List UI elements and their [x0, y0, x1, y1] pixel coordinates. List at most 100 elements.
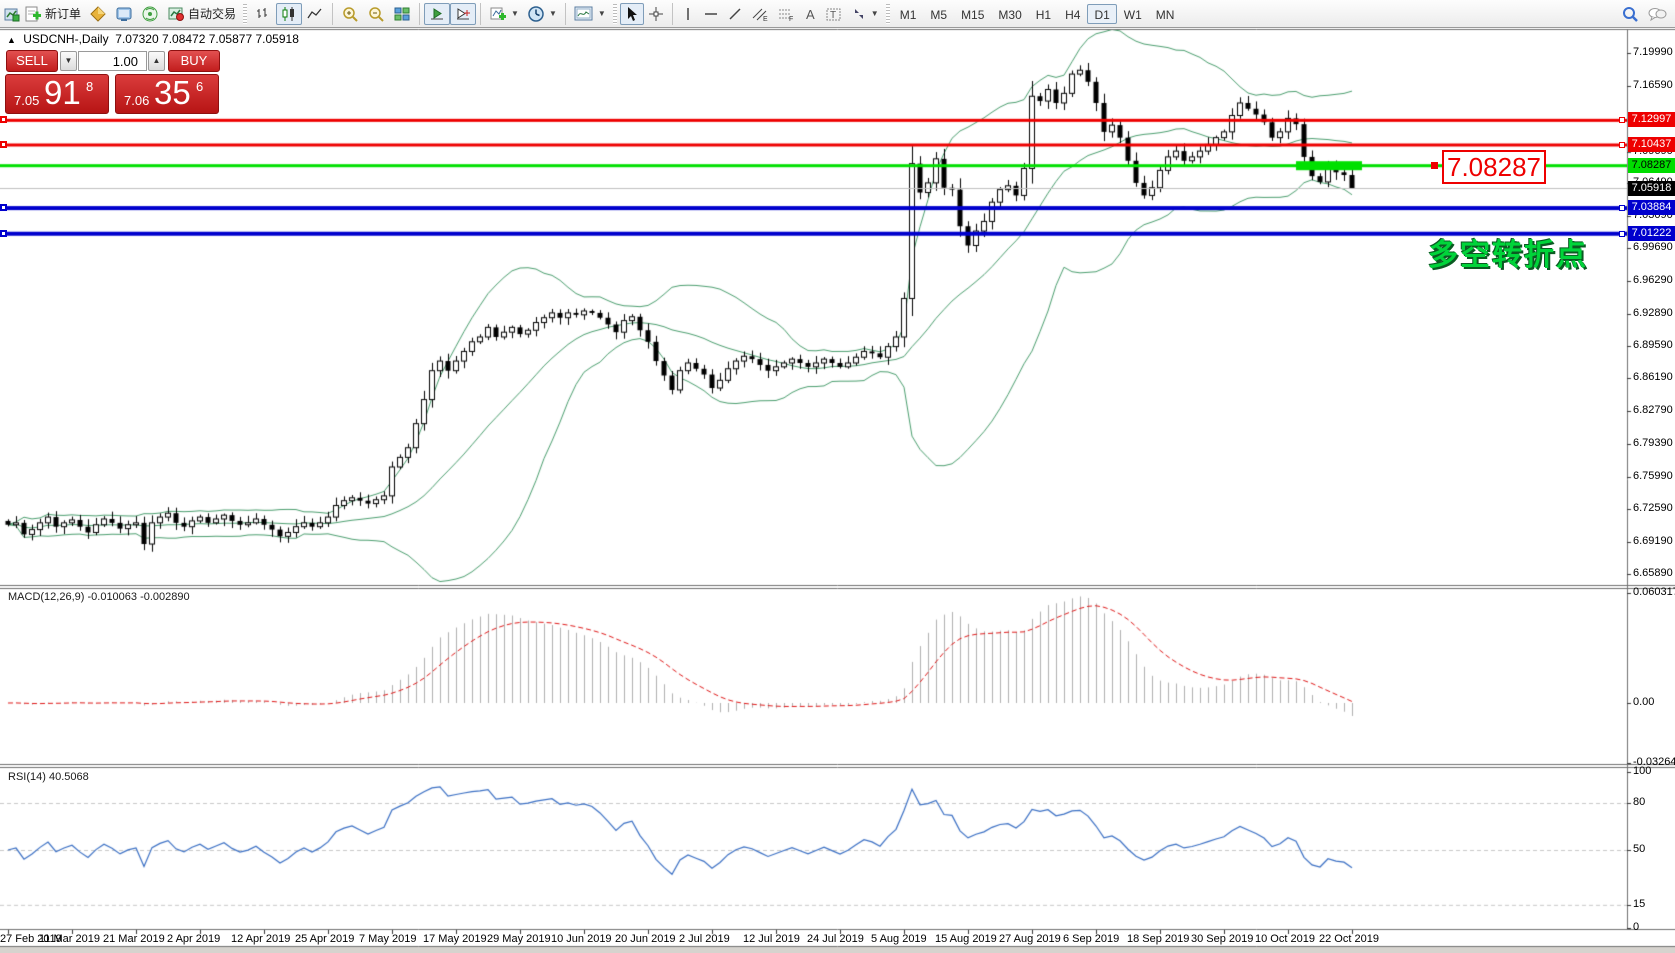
vertical-line-icon [681, 6, 695, 22]
search-button[interactable] [1617, 3, 1643, 25]
level-edge-handle[interactable] [0, 116, 7, 123]
timeframe-button-m5[interactable]: M5 [923, 4, 954, 24]
chart-region: ▲ USDCNH-,Daily 7.07320 7.08472 7.05877 … [0, 28, 1675, 953]
crosshair-button[interactable] [644, 3, 668, 25]
line-chart-icon [306, 5, 324, 23]
chevron-down-icon: ▼ [871, 9, 879, 18]
chart-shift-icon [454, 5, 472, 23]
channel-button[interactable]: E [747, 3, 773, 25]
candle-chart-button[interactable] [276, 3, 302, 25]
styles-button[interactable] [85, 3, 111, 25]
price-level-badge[interactable]: 7.08287 [1628, 158, 1675, 173]
volume-increase-button[interactable]: ▲ [148, 51, 165, 71]
chevron-down-icon: ▼ [598, 9, 606, 18]
zoom-in-icon [341, 5, 359, 23]
tile-windows-icon [393, 5, 411, 23]
vertical-line-button[interactable] [677, 3, 699, 25]
callout-handle[interactable] [1431, 162, 1438, 169]
buy-price-display[interactable]: 7.06 35 6 [115, 74, 219, 114]
indicators-button[interactable]: ▼ [485, 3, 523, 25]
candle-chart-icon [280, 5, 298, 23]
trendline-button[interactable] [723, 3, 747, 25]
one-click-trade-panel: SELL ▼ ▲ BUY 7.05 91 8 7.06 35 6 [5, 48, 222, 116]
indicators-icon [489, 5, 507, 23]
arrows-button[interactable]: ▼ [847, 3, 883, 25]
app-icon [4, 6, 20, 22]
level-axis-square[interactable] [1619, 231, 1625, 237]
price-level-badge[interactable]: 7.01222 [1628, 226, 1675, 241]
level-axis-square[interactable] [1619, 117, 1625, 123]
collapse-trade-panel-icon[interactable]: ▲ [7, 35, 16, 45]
gold-diamond-icon [89, 5, 107, 23]
price-level-badge[interactable]: 7.05918 [1628, 181, 1675, 196]
autotrade-icon [167, 5, 185, 23]
timeframe-button-w1[interactable]: W1 [1117, 4, 1149, 24]
text-label-icon: T [825, 6, 843, 22]
price-level-badge[interactable]: 7.03884 [1628, 200, 1675, 215]
text-button[interactable]: A [799, 3, 821, 25]
timeframe-button-d1[interactable]: D1 [1087, 4, 1116, 24]
signals-button[interactable] [137, 3, 163, 25]
svg-text:E: E [763, 16, 768, 22]
tile-windows-button[interactable] [389, 3, 415, 25]
new-order-icon [24, 5, 42, 23]
svg-text:F: F [789, 16, 793, 22]
buy-button[interactable]: BUY [168, 50, 220, 72]
line-chart-button[interactable] [302, 3, 328, 25]
toolbar: 新订单 自动交易 [0, 0, 1675, 28]
level-edge-handle[interactable] [0, 141, 7, 148]
auto-scroll-button[interactable] [424, 3, 450, 25]
buy-price-sup: 6 [196, 79, 203, 94]
text-label-button[interactable]: T [821, 3, 847, 25]
chart-canvas[interactable] [0, 28, 1675, 953]
chat-button[interactable] [1643, 3, 1671, 25]
svg-text:T: T [830, 10, 836, 21]
autotrade-button[interactable]: 自动交易 [163, 3, 240, 25]
sell-button[interactable]: SELL [6, 50, 58, 72]
price-callout-label[interactable]: 7.08287 [1442, 150, 1546, 184]
monitor-icon [115, 5, 133, 23]
template-icon [574, 5, 594, 23]
zoom-in-button[interactable] [337, 3, 363, 25]
arrows-icon [851, 6, 867, 22]
price-level-badge[interactable]: 7.10437 [1628, 137, 1675, 152]
level-edge-handle[interactable] [0, 204, 7, 211]
chevron-down-icon: ▼ [549, 9, 557, 18]
level-axis-square[interactable] [1619, 205, 1625, 211]
price-level-badge[interactable]: 7.12997 [1628, 112, 1675, 127]
cursor-button[interactable] [620, 3, 644, 25]
horizontal-line-button[interactable] [699, 3, 723, 25]
volume-input[interactable] [78, 51, 147, 71]
sell-price-display[interactable]: 7.05 91 8 [5, 74, 109, 114]
buy-price-big: 35 [154, 74, 191, 112]
chart-shift-button[interactable] [450, 3, 476, 25]
timeframe-button-h1[interactable]: H1 [1029, 4, 1058, 24]
horizontal-line-icon [703, 6, 719, 22]
volume-decrease-button[interactable]: ▼ [60, 51, 77, 71]
fibonacci-icon: F [777, 6, 795, 22]
level-edge-handle[interactable] [0, 230, 7, 237]
trendline-icon [727, 6, 743, 22]
fibonacci-button[interactable]: F [773, 3, 799, 25]
autotrade-label: 自动交易 [188, 5, 236, 22]
timeframe-button-m1[interactable]: M1 [893, 4, 924, 24]
market-watch-button[interactable] [111, 3, 137, 25]
annotation-note[interactable]: 多空转折点 [1428, 230, 1588, 274]
timeframe-button-h4[interactable]: H4 [1058, 4, 1087, 24]
new-order-button[interactable]: 新订单 [20, 3, 85, 25]
buy-price-small: 7.06 [124, 93, 149, 108]
equidistant-channel-icon: E [751, 6, 769, 22]
zoom-out-button[interactable] [363, 3, 389, 25]
search-icon [1621, 5, 1639, 23]
periods-button[interactable]: ▼ [523, 3, 561, 25]
bar-chart-button[interactable] [250, 3, 276, 25]
timeframe-button-m15[interactable]: M15 [954, 4, 991, 24]
bar-chart-icon [254, 5, 272, 23]
chat-icon [1647, 5, 1667, 23]
timeframe-button-mn[interactable]: MN [1149, 4, 1182, 24]
level-axis-square[interactable] [1619, 142, 1625, 148]
macd-label: MACD(12,26,9) -0.010063 -0.002890 [8, 591, 190, 603]
zoom-out-icon [367, 5, 385, 23]
timeframe-button-m30[interactable]: M30 [991, 4, 1028, 24]
templates-button[interactable]: ▼ [570, 3, 610, 25]
